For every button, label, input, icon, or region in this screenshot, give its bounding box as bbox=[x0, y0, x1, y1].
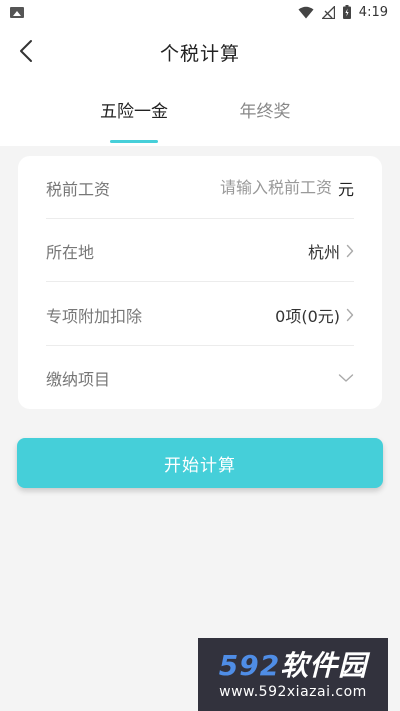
payment-items-label: 缴纳项目 bbox=[46, 369, 111, 389]
active-tab-indicator bbox=[110, 140, 158, 143]
row-payment-items[interactable]: 缴纳项目 bbox=[18, 346, 382, 409]
payment-items-right bbox=[338, 373, 354, 383]
salary-label: 税前工资 bbox=[46, 179, 111, 199]
chevron-down-icon bbox=[338, 373, 354, 383]
form-card: 税前工资 元 所在地 杭州 专项附加扣除 0项(0元) 缴纳项目 bbox=[18, 156, 382, 409]
location-right: 杭州 bbox=[308, 239, 354, 263]
tab-nianzhongjiang[interactable]: 年终奖 bbox=[210, 98, 320, 146]
divider bbox=[46, 281, 354, 282]
row-location[interactable]: 所在地 杭州 bbox=[18, 219, 382, 282]
status-left bbox=[10, 6, 24, 18]
header: 个税计算 五险一金 年终奖 bbox=[0, 24, 400, 146]
deduction-value: 0项(0元) bbox=[275, 306, 340, 326]
watermark: 592软件园 www.592xiazai.com bbox=[198, 638, 388, 711]
chevron-right-icon bbox=[346, 308, 354, 322]
row-deduction[interactable]: 专项附加扣除 0项(0元) bbox=[18, 283, 382, 346]
tab-label: 五险一金 bbox=[100, 102, 168, 122]
salary-unit: 元 bbox=[337, 179, 354, 199]
start-calculate-button[interactable]: 开始计算 bbox=[17, 438, 383, 488]
salary-input[interactable] bbox=[201, 178, 332, 197]
location-value: 杭州 bbox=[307, 242, 340, 262]
watermark-logo-prefix: 592 bbox=[218, 648, 281, 682]
deduction-label: 专项附加扣除 bbox=[46, 306, 143, 326]
watermark-logo-text: 软件园 bbox=[280, 648, 368, 682]
row-salary: 税前工资 元 bbox=[18, 156, 382, 219]
image-icon bbox=[10, 6, 24, 18]
status-bar: 4:19 bbox=[0, 0, 400, 24]
location-label: 所在地 bbox=[46, 242, 95, 262]
tab-label: 年终奖 bbox=[239, 102, 291, 122]
tab-wuxian-yijin[interactable]: 五险一金 bbox=[79, 98, 189, 146]
chevron-right-icon bbox=[346, 244, 354, 258]
tab-bar: 五险一金 年终奖 bbox=[0, 98, 400, 146]
watermark-logo: 592软件园 bbox=[219, 649, 367, 683]
page-title: 个税计算 bbox=[159, 43, 240, 65]
status-right: 4:19 bbox=[298, 5, 388, 20]
deduction-right: 0项(0元) bbox=[275, 303, 354, 327]
wifi-icon bbox=[298, 6, 314, 19]
signal-icon bbox=[321, 5, 335, 19]
watermark-url: www.592xiazai.com bbox=[219, 683, 367, 700]
salary-right: 元 bbox=[201, 176, 354, 200]
battery-icon bbox=[342, 5, 351, 19]
status-time: 4:19 bbox=[358, 4, 388, 20]
